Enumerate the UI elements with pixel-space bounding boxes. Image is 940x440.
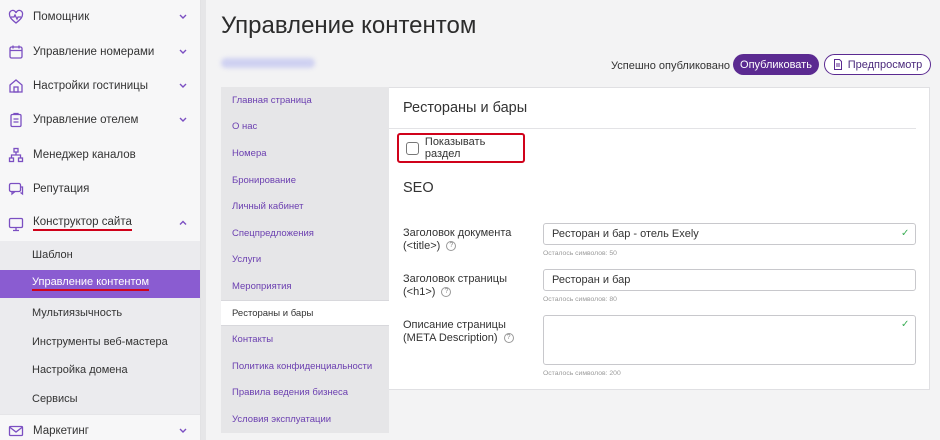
section-item[interactable]: Бронирование — [221, 167, 389, 194]
sub-item-multilanguage[interactable]: Мультиязычность — [0, 298, 200, 327]
show-section-checkbox[interactable]: Показывать раздел — [397, 133, 525, 163]
section-item[interactable]: Правила ведения бизнеса — [221, 380, 389, 407]
nav-item-room-management[interactable]: Управление номерами — [0, 34, 200, 68]
nav-item-label: Управление номерами — [33, 45, 155, 58]
heart-pulse-icon — [8, 9, 24, 25]
nav-item-label: Помощник — [33, 11, 90, 24]
nav-item-label: Маркетинг — [33, 425, 89, 438]
sub-item-webmaster-tools[interactable]: Инструменты веб-мастера — [0, 327, 200, 356]
section-item[interactable]: О нас — [221, 114, 389, 141]
site-builder-submenu: Шаблон Управление контентом Мультиязычно… — [0, 240, 200, 414]
nav-item-marketing[interactable]: Маркетинг — [0, 413, 200, 440]
section-title: Рестораны и бары — [403, 100, 528, 116]
section-item[interactable]: Контакты — [221, 326, 389, 353]
chevron-down-icon[interactable] — [178, 114, 188, 124]
nav-item-label: Менеджер каналов — [33, 148, 136, 161]
label-line: Заголовок документа — [403, 227, 512, 239]
nav-item-label: Управление отелем — [33, 114, 139, 127]
doc-title-label: Заголовок документа (<title>)? — [403, 227, 511, 253]
section-editor: Рестораны и бары Показывать раздел SEO З… — [389, 87, 930, 390]
nav-item-reputation[interactable]: Репутация — [0, 172, 200, 206]
publish-status: Успешно опубликовано — [611, 60, 731, 72]
label-line: Заголовок страницы — [403, 273, 507, 285]
sub-item-label: Шаблон — [32, 249, 73, 262]
document-icon — [833, 59, 842, 70]
section-item-active[interactable]: Рестораны и бары — [221, 299, 389, 327]
chevron-down-icon[interactable] — [178, 11, 188, 21]
calendar-icon — [8, 44, 24, 60]
sidebar-scrollbar[interactable] — [201, 0, 206, 440]
sidebar: Помощник Управление номерами Настройки г… — [0, 0, 201, 440]
publish-button[interactable]: Опубликовать — [733, 54, 819, 75]
chevron-down-icon[interactable] — [178, 46, 188, 56]
divider — [389, 128, 916, 129]
preview-button[interactable]: Предпросмотр — [824, 54, 931, 75]
chevron-down-icon[interactable] — [178, 80, 188, 90]
sub-item-content-management[interactable]: Управление контентом — [0, 269, 200, 299]
section-item[interactable]: Номера — [221, 140, 389, 167]
nav-item-hotel-management[interactable]: Управление отелем — [0, 103, 200, 137]
section-item[interactable]: Услуги — [221, 247, 389, 274]
nav-item-hotel-settings[interactable]: Настройки гостиницы — [0, 69, 200, 103]
meta-remaining: Осталось символов: 200 — [543, 370, 621, 377]
label-line: (META Description) — [403, 332, 498, 344]
section-list: Главная страница О нас Номера Бронирован… — [221, 87, 389, 433]
meta-description-input[interactable] — [543, 315, 916, 365]
help-icon[interactable]: ? — [441, 287, 452, 298]
preview-button-label: Предпросмотр — [847, 58, 923, 71]
nav-item-channel-manager[interactable]: Менеджер каналов — [0, 138, 200, 172]
section-item[interactable]: Условия эксплуатации — [221, 406, 389, 433]
nav-item-label: Репутация — [33, 183, 90, 196]
home-icon — [8, 78, 24, 94]
section-item[interactable]: Главная страница — [221, 87, 389, 114]
section-item[interactable]: Мероприятия — [221, 273, 389, 300]
hierarchy-icon — [8, 147, 24, 163]
meta-description-label: Описание страницы (META Description)? — [403, 319, 514, 345]
section-item[interactable]: Политика конфиденциальности — [221, 353, 389, 380]
checkbox-box[interactable] — [406, 141, 419, 155]
doc-title-input[interactable] — [543, 223, 916, 245]
nav-item-label: Настройки гостиницы — [33, 79, 148, 92]
monitor-icon — [8, 216, 24, 232]
sub-item-label: Управление контентом — [32, 276, 150, 292]
sub-item-services[interactable]: Сервисы — [0, 385, 200, 414]
sub-item-label: Мультиязычность — [32, 306, 123, 319]
chevron-down-icon[interactable] — [178, 425, 188, 435]
sub-item-label: Инструменты веб-мастера — [32, 335, 168, 348]
show-section-label: Показывать раздел — [424, 136, 486, 160]
section-item[interactable]: Личный кабинет — [221, 193, 389, 220]
nav-item-assistant[interactable]: Помощник — [0, 0, 200, 34]
h1-label: Заголовок страницы (<h1>)? — [403, 273, 507, 299]
chevron-up-icon[interactable] — [178, 218, 188, 228]
h1-input[interactable] — [543, 269, 916, 291]
page-title: Управление контентом — [221, 12, 477, 39]
clipboard-icon — [8, 112, 24, 128]
blurred-hotel-name — [221, 58, 315, 68]
label-line: (<h1>) — [403, 286, 436, 298]
checkmark-icon: ✓ — [901, 319, 910, 330]
sub-item-template[interactable]: Шаблон — [0, 241, 200, 270]
doc-title-remaining: Осталось символов: 50 — [543, 250, 617, 257]
checkmark-icon: ✓ — [901, 228, 910, 239]
nav-item-site-builder[interactable]: Конструктор сайта — [0, 206, 200, 241]
seo-heading: SEO — [403, 180, 434, 196]
sub-item-domain-settings[interactable]: Настройка домена — [0, 356, 200, 385]
help-icon[interactable]: ? — [503, 333, 514, 344]
chat-icon — [8, 181, 24, 197]
sub-item-label: Настройка домена — [32, 364, 128, 377]
help-icon[interactable]: ? — [446, 241, 457, 252]
label-line: (<title>) — [403, 240, 441, 252]
mail-icon — [8, 423, 24, 439]
h1-remaining: Осталось символов: 80 — [543, 296, 617, 303]
label-line: Описание страницы — [403, 319, 506, 331]
sub-item-label: Сервисы — [32, 393, 78, 406]
section-item[interactable]: Спецпредложения — [221, 220, 389, 247]
nav-item-label: Конструктор сайта — [33, 216, 132, 232]
